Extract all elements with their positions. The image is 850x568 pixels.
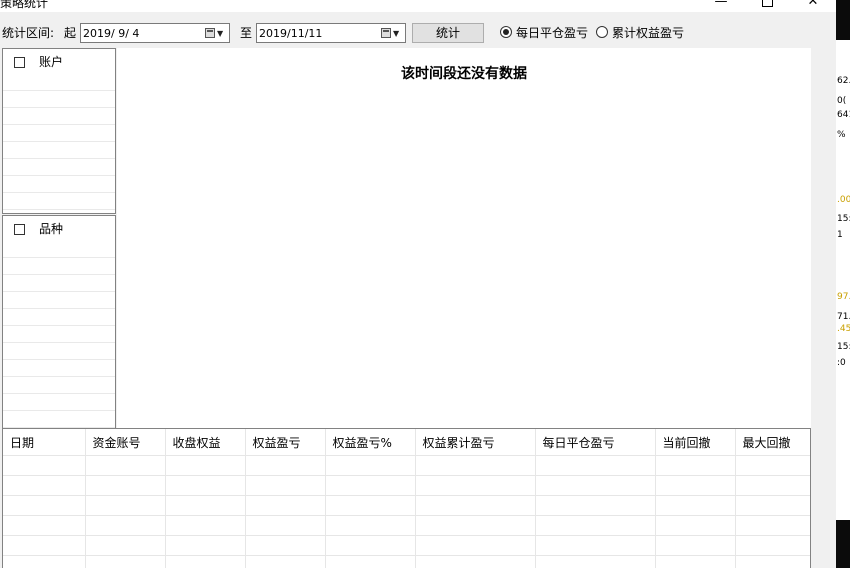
column-header-date[interactable]: 日期 <box>3 429 86 456</box>
background-fragment: 15: <box>837 214 850 224</box>
background-fragment: 15: <box>837 342 850 352</box>
start-date-picker[interactable]: 2019/ 9/ 4 ▼ <box>80 23 230 43</box>
close-button[interactable]: ✕ <box>798 0 828 10</box>
cumulative-pnl-label[interactable]: 累计权益盈亏 <box>612 26 684 40</box>
varieties-list[interactable]: 品种 <box>2 215 116 428</box>
column-header-equity-pnl[interactable]: 权益盈亏 <box>245 429 326 456</box>
window-title: 策略统计 <box>0 0 49 10</box>
calendar-icon[interactable] <box>381 28 391 38</box>
start-date-value: 2019/ 9/ 4 <box>83 27 140 40</box>
list-item[interactable] <box>3 241 115 258</box>
background-fragment: 71.( <box>837 312 850 322</box>
maximize-button[interactable] <box>752 0 782 10</box>
column-header-equity-pnl-pct[interactable]: 权益盈亏% <box>325 429 416 456</box>
table-row[interactable] <box>3 535 810 556</box>
list-item[interactable] <box>3 108 115 125</box>
list-item[interactable] <box>3 176 115 193</box>
list-item[interactable] <box>3 326 115 343</box>
background-fragment: 62. <box>837 76 850 86</box>
cumulative-pnl-radio[interactable] <box>596 26 608 38</box>
background-fragment: .00 <box>837 195 850 205</box>
daily-pnl-radio[interactable] <box>500 26 512 38</box>
table-row[interactable] <box>3 495 810 516</box>
varieties-header-label: 品种 <box>39 222 64 236</box>
background-fragment: :0 <box>837 358 846 368</box>
list-item[interactable] <box>3 292 115 309</box>
toolbar: 统计区间: 起 2019/ 9/ 4 ▼ 至 2019/11/11 ▼ 统计 每… <box>0 22 836 46</box>
statistics-button[interactable]: 统计 <box>412 23 484 43</box>
end-date-picker[interactable]: 2019/11/11 ▼ <box>256 23 406 43</box>
column-header-account[interactable]: 资金账号 <box>85 429 166 456</box>
list-item[interactable] <box>3 411 115 428</box>
accounts-rows <box>3 74 115 213</box>
statistics-table[interactable]: 日期 资金账号 收盘权益 权益盈亏 权益盈亏% 权益累计盈亏 每日平仓盈亏 当前… <box>2 428 811 568</box>
end-date-value: 2019/11/11 <box>259 27 323 40</box>
list-item[interactable] <box>3 360 115 377</box>
background-fragment: 97.4 <box>837 292 850 302</box>
list-item[interactable] <box>3 258 115 275</box>
from-label: 起 <box>64 26 77 40</box>
column-header-max-drawdown[interactable]: 最大回撤 <box>735 429 810 456</box>
list-item[interactable] <box>3 377 115 394</box>
accounts-list[interactable]: 账户 <box>2 48 116 214</box>
list-item[interactable] <box>3 193 115 210</box>
background-fragment: .45 <box>837 324 850 334</box>
list-item[interactable] <box>3 275 115 292</box>
title-bar: 策略统计 — ✕ <box>0 0 836 12</box>
calendar-icon[interactable] <box>205 28 215 38</box>
accounts-select-all-checkbox[interactable] <box>14 57 25 68</box>
table-header-row: 日期 资金账号 收盘权益 权益盈亏 权益盈亏% 权益累计盈亏 每日平仓盈亏 当前… <box>3 429 810 456</box>
varieties-select-all-checkbox[interactable] <box>14 224 25 235</box>
minimize-button[interactable]: — <box>706 0 736 10</box>
column-header-closing-equity[interactable]: 收盘权益 <box>165 429 246 456</box>
list-item[interactable] <box>3 343 115 360</box>
right-gutter <box>811 48 836 568</box>
background-fragment: 0( <box>837 96 847 106</box>
list-item[interactable] <box>3 394 115 411</box>
table-row[interactable] <box>3 475 810 496</box>
to-label: 至 <box>240 26 253 40</box>
list-item[interactable] <box>3 74 115 91</box>
range-label: 统计区间: <box>2 26 55 40</box>
chevron-down-icon[interactable]: ▼ <box>393 28 399 40</box>
chevron-down-icon[interactable]: ▼ <box>217 28 223 40</box>
no-data-message: 该时间段还没有数据 <box>401 66 527 82</box>
list-item[interactable] <box>3 142 115 159</box>
list-item[interactable] <box>3 91 115 108</box>
table-row[interactable] <box>3 455 810 476</box>
table-row[interactable] <box>3 555 810 568</box>
chart-area: 该时间段还没有数据 <box>117 48 811 428</box>
accounts-header-label: 账户 <box>39 55 64 69</box>
column-header-daily-close-pnl[interactable]: 每日平仓盈亏 <box>535 429 656 456</box>
list-item[interactable] <box>3 309 115 326</box>
varieties-rows <box>3 241 115 428</box>
maximize-icon <box>762 0 773 7</box>
background-fragment: % <box>837 130 846 140</box>
background-fragment: 1 <box>837 230 843 240</box>
column-header-cumulative-pnl[interactable]: 权益累计盈亏 <box>415 429 536 456</box>
column-header-current-drawdown[interactable]: 当前回撤 <box>655 429 736 456</box>
background-window-edge: 62. 0( 641 % .00 15: 1 97.4 71.( .45 15:… <box>836 0 850 568</box>
list-item[interactable] <box>3 125 115 142</box>
list-item[interactable] <box>3 159 115 176</box>
table-row[interactable] <box>3 515 810 536</box>
background-fragment: 641 <box>837 110 850 120</box>
daily-pnl-label[interactable]: 每日平仓盈亏 <box>516 26 588 40</box>
